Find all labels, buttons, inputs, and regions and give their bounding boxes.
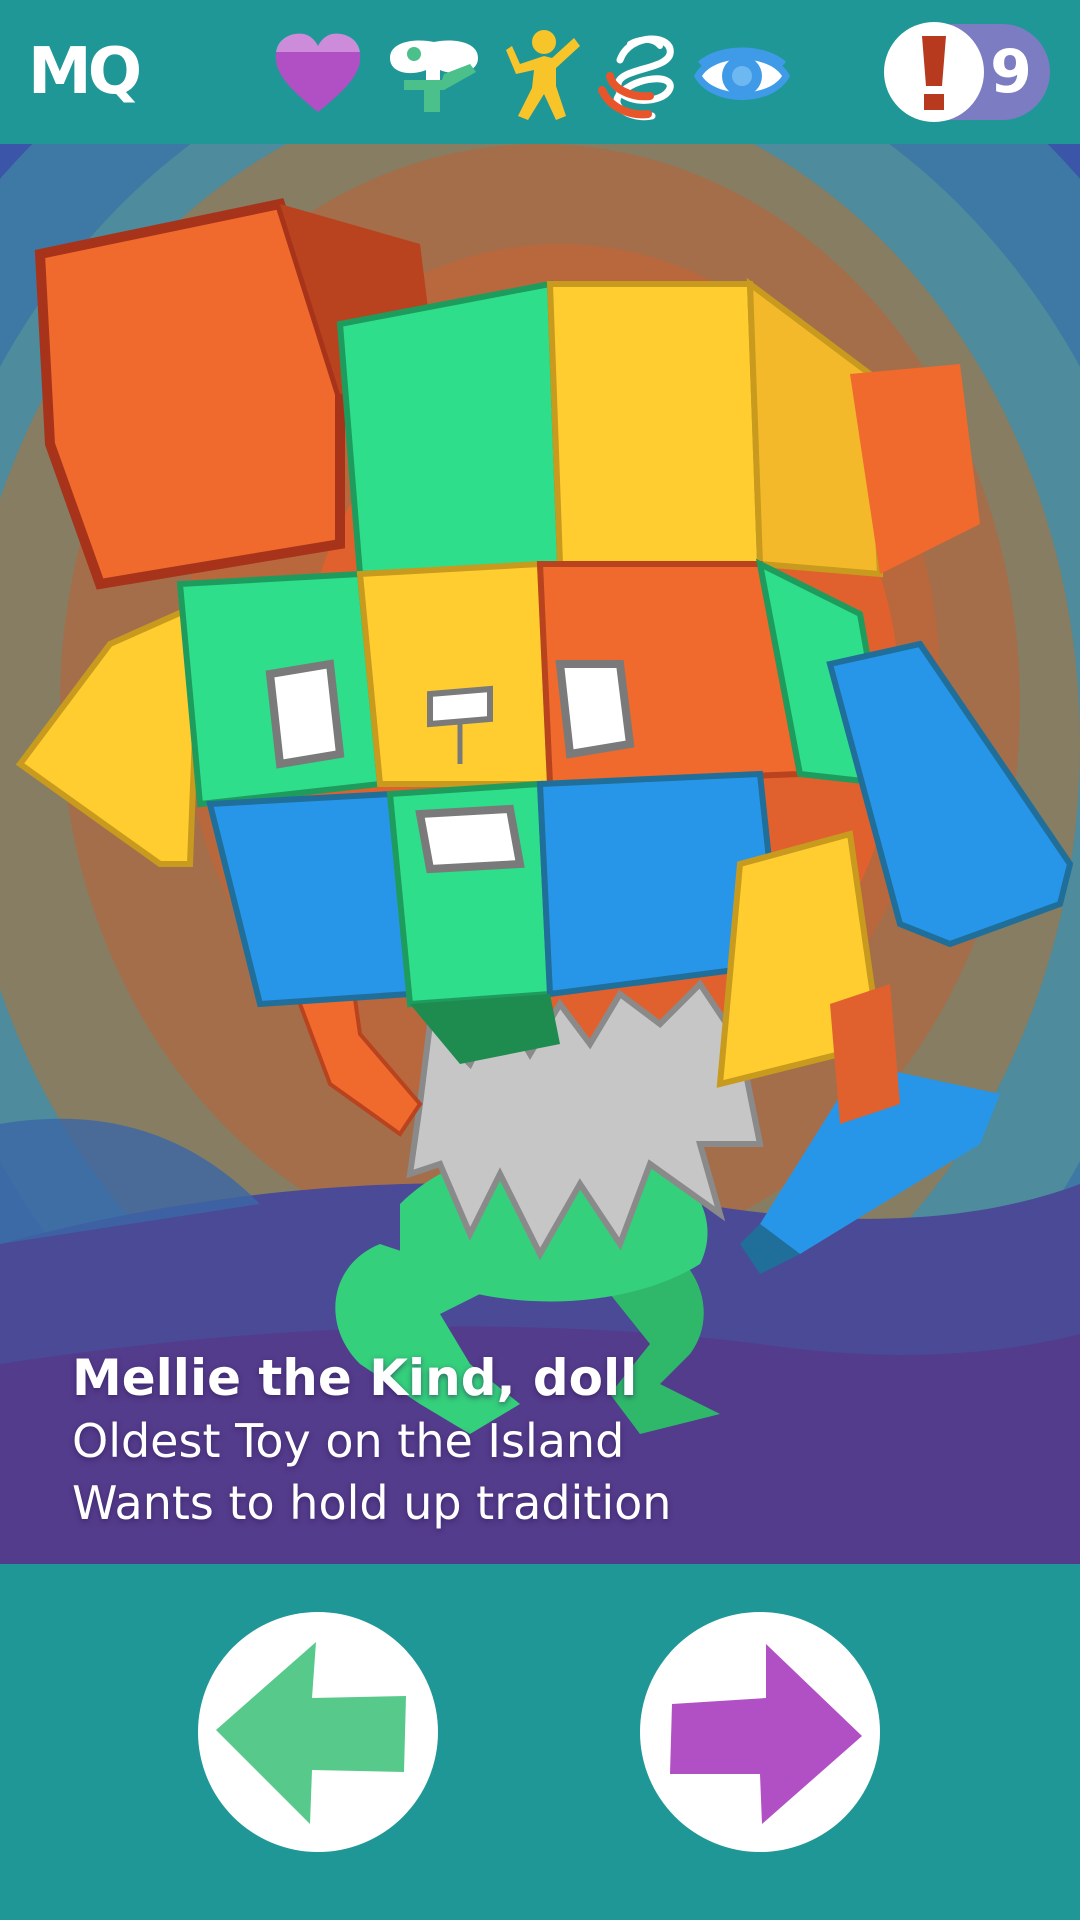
arrow-left-icon	[216, 1642, 406, 1824]
heart-icon[interactable]	[268, 24, 368, 124]
app-logo: MQ	[28, 35, 142, 109]
cheering-person-icon[interactable]	[494, 24, 594, 124]
wind-up-key-icon[interactable]	[384, 24, 484, 124]
character-title: Oldest Toy on the Island	[72, 1414, 625, 1468]
arrow-right-icon	[670, 1644, 862, 1824]
exclamation-icon	[884, 22, 984, 122]
eye-icon[interactable]	[690, 24, 794, 124]
top-bar: MQ 9	[0, 0, 1080, 144]
previous-button[interactable]	[198, 1612, 438, 1852]
character-caption: Mellie the Kind, doll Oldest Toy on the …	[72, 1346, 1032, 1534]
character-name: Mellie the Kind, doll	[72, 1349, 638, 1407]
character-illustration: Mellie the Kind, doll Oldest Toy on the …	[0, 144, 1080, 1564]
next-button[interactable]	[640, 1612, 880, 1852]
alert-count: 9	[990, 37, 1032, 107]
character-goal: Wants to hold up tradition	[72, 1476, 672, 1530]
scribble-swirl-icon[interactable]	[590, 24, 690, 124]
